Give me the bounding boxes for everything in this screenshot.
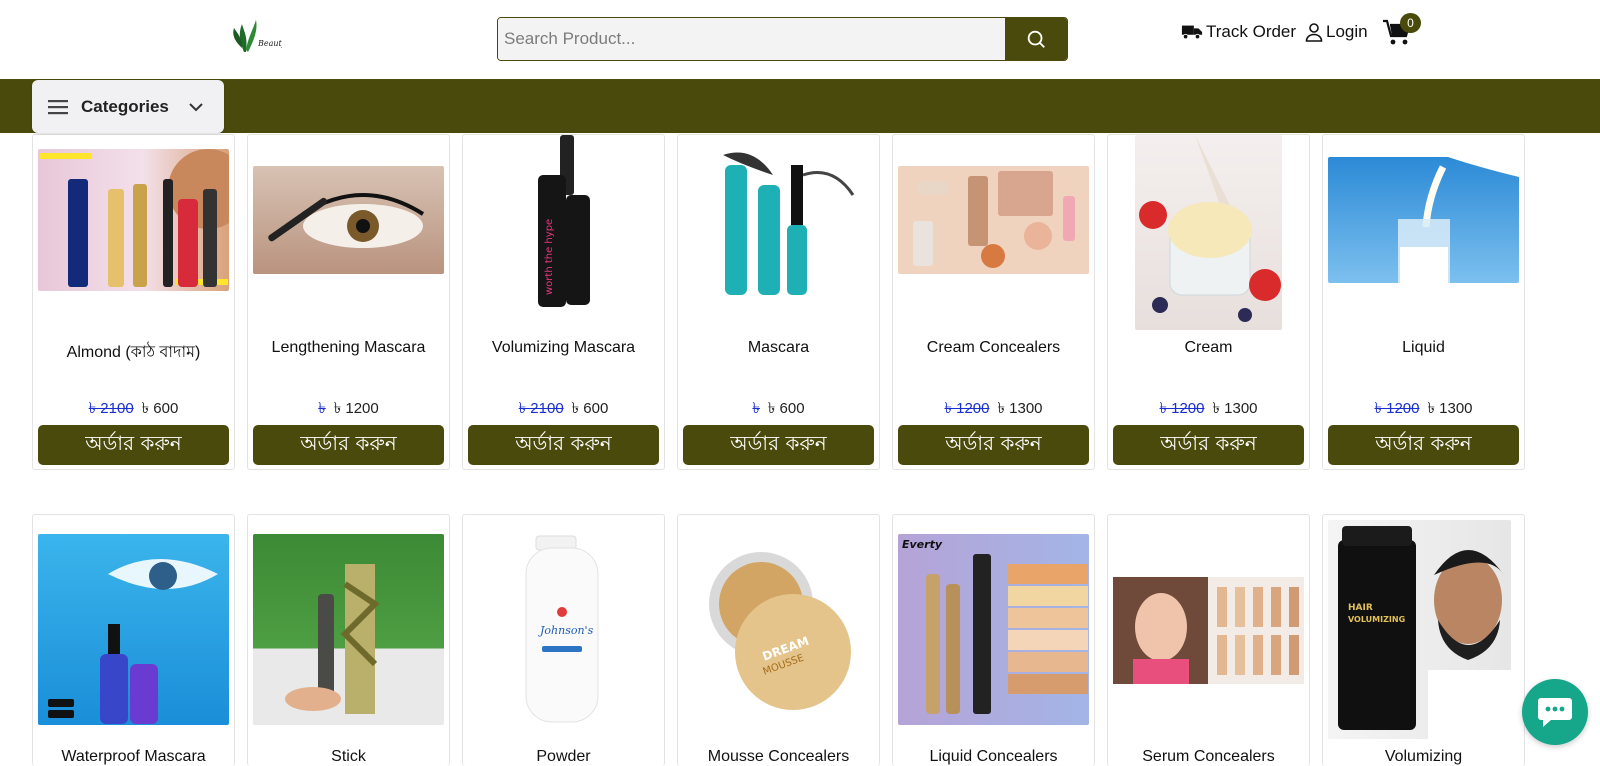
old-price: ৳ 1200	[1159, 400, 1205, 417]
product-image[interactable]: DREAM MOUSSE	[683, 534, 874, 725]
nav-bar	[0, 79, 1600, 133]
old-price: ৳ 2100	[88, 400, 134, 417]
categories-button[interactable]: Categories	[32, 80, 224, 133]
header: Beauty Track Order Login 0	[0, 0, 1600, 79]
current-price: ৳ 600	[767, 400, 805, 417]
svg-text:Beauty: Beauty	[257, 39, 282, 48]
product-card[interactable]: Everty Liquid Concealers	[892, 514, 1095, 766]
product-card[interactable]: Almond (কাঠ বাদাম) ৳ 2100 ৳ 600 অর্ডার কর…	[32, 134, 248, 470]
order-button[interactable]: অর্ডার করুন	[468, 425, 659, 465]
product-card[interactable]: Johnson's Powder	[462, 514, 665, 766]
product-image[interactable]	[253, 534, 444, 725]
product-price: ৳ 1200 ৳ 1300	[1323, 397, 1524, 422]
product-card[interactable]: Stick	[247, 514, 450, 766]
svg-text:Everty: Everty	[902, 538, 943, 551]
product-name[interactable]: Almond (কাঠ বাদাম)	[33, 339, 234, 366]
product-card[interactable]: Cream Concealers ৳ 1200 ৳ 1300 অর্ডার করু…	[892, 134, 1095, 470]
categories-label: Categories	[81, 96, 169, 116]
order-button[interactable]: অর্ডার করুন	[1328, 425, 1519, 465]
svg-text:HAIR: HAIR	[1348, 603, 1373, 613]
product-name[interactable]: Volumizing	[1323, 748, 1524, 766]
product-name[interactable]: Lengthening Mascara	[248, 339, 449, 357]
svg-text:VOLUMIZING: VOLUMIZING	[1348, 615, 1405, 624]
chat-bubble-icon	[1538, 698, 1572, 727]
product-name[interactable]: Powder	[463, 748, 664, 766]
brand-logo[interactable]: Beauty	[230, 16, 287, 56]
product-price: ৳ 2100 ৳ 600	[463, 397, 664, 422]
product-name[interactable]: Waterproof Mascara	[33, 748, 234, 766]
product-card[interactable]: Waterproof Mascara	[32, 514, 235, 766]
product-image[interactable]	[1113, 577, 1304, 684]
order-button[interactable]: অর্ডার করুন	[253, 425, 444, 465]
user-icon	[1305, 23, 1323, 42]
product-name[interactable]: Serum Concealers	[1108, 748, 1309, 766]
svg-text:Johnson's: Johnson's	[538, 624, 594, 637]
truck-icon	[1181, 25, 1203, 40]
cart-count-badge: 0	[1400, 13, 1421, 33]
product-name[interactable]: Mousse Concealers	[678, 748, 879, 766]
chevron-down-icon	[189, 102, 203, 111]
product-image[interactable]: worth the hype	[468, 135, 659, 310]
login-link[interactable]: Login	[1305, 22, 1368, 42]
track-order-link[interactable]: Track Order	[1181, 22, 1296, 42]
current-price: ৳ 600	[571, 400, 609, 417]
current-price: ৳ 1300	[997, 400, 1043, 417]
product-image[interactable]	[898, 166, 1089, 274]
old-price: ৳	[752, 400, 760, 417]
product-card[interactable]: HAIR VOLUMIZING Volumizing	[1322, 514, 1525, 766]
product-name[interactable]: Cream Concealers	[893, 339, 1094, 357]
order-button[interactable]: অর্ডার করুন	[683, 425, 874, 465]
product-card[interactable]: Mascara ৳ ৳ 600 অর্ডার করুন	[677, 134, 880, 470]
product-price: ৳ 2100 ৳ 600	[33, 397, 234, 422]
product-image[interactable]	[1328, 157, 1519, 283]
product-price: ৳ ৳ 1200	[248, 397, 449, 422]
product-price: ৳ 1200 ৳ 1300	[1108, 397, 1309, 422]
product-image[interactable]	[1135, 135, 1282, 330]
product-card[interactable]: Cream ৳ 1200 ৳ 1300 অর্ডার করুন	[1107, 134, 1310, 470]
current-price: ৳ 600	[141, 400, 179, 417]
product-name[interactable]: Liquid Concealers	[893, 748, 1094, 766]
product-card[interactable]: Liquid ৳ 1200 ৳ 1300 অর্ডার করুন	[1322, 134, 1525, 470]
product-image[interactable]: Johnson's	[468, 534, 659, 725]
product-image[interactable]: HAIR VOLUMIZING	[1328, 520, 1511, 739]
product-card[interactable]: Serum Concealers	[1107, 514, 1310, 766]
old-price: ৳ 1200	[1374, 400, 1420, 417]
chat-button[interactable]	[1522, 679, 1588, 745]
product-card[interactable]: worth the hype Volumizing Mascara ৳ 2100…	[462, 134, 665, 470]
product-image[interactable]	[38, 534, 229, 725]
order-button[interactable]: অর্ডার করুন	[1113, 425, 1304, 465]
search-icon	[1027, 30, 1045, 48]
product-name[interactable]: Stick	[248, 748, 449, 766]
menu-icon	[48, 99, 68, 114]
product-image[interactable]	[38, 149, 248, 291]
old-price: ৳	[318, 400, 326, 417]
search-box	[497, 17, 1068, 61]
order-button[interactable]: অর্ডার করুন	[898, 425, 1089, 465]
product-name[interactable]: Cream	[1108, 339, 1309, 357]
product-image[interactable]	[253, 166, 444, 274]
product-name[interactable]: Volumizing Mascara	[463, 339, 664, 357]
current-price: ৳ 1300	[1212, 400, 1258, 417]
svg-text:worth the hype: worth the hype	[544, 219, 555, 295]
current-price: ৳ 1200	[333, 400, 379, 417]
product-image[interactable]	[683, 145, 874, 313]
product-card[interactable]: Lengthening Mascara ৳ ৳ 1200 অর্ডার করুন	[247, 134, 450, 470]
old-price: ৳ 1200	[944, 400, 990, 417]
track-order-label: Track Order	[1206, 22, 1297, 41]
product-image[interactable]: Everty	[898, 534, 1089, 725]
product-price: ৳ 1200 ৳ 1300	[893, 397, 1094, 422]
product-name[interactable]: Mascara	[678, 339, 879, 357]
search-button[interactable]	[1005, 18, 1067, 60]
product-name[interactable]: Liquid	[1323, 339, 1524, 357]
order-button[interactable]: অর্ডার করুন	[38, 425, 229, 465]
product-card[interactable]: DREAM MOUSSE Mousse Concealers	[677, 514, 880, 766]
search-input[interactable]	[498, 18, 1006, 60]
old-price: ৳ 2100	[518, 400, 564, 417]
login-label: Login	[1326, 22, 1368, 41]
product-price: ৳ ৳ 600	[678, 397, 879, 422]
current-price: ৳ 1300	[1427, 400, 1473, 417]
